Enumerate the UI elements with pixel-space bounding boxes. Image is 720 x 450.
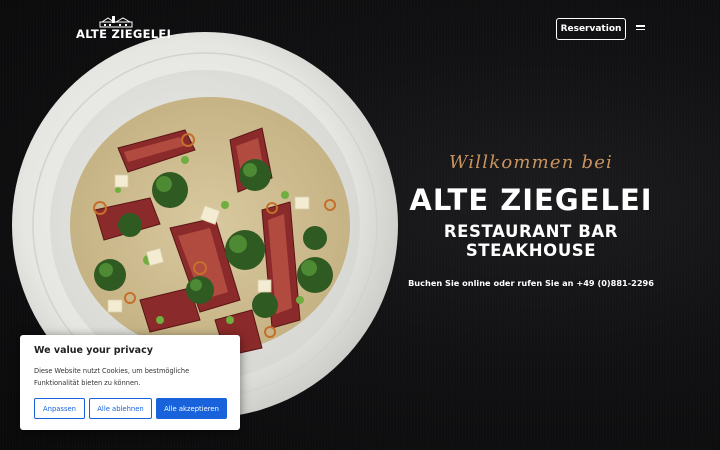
hero-subtitle: RESTAURANT BAR STEAKHOUSE bbox=[420, 222, 642, 260]
cookie-accept-all-button[interactable]: Alle akzeptieren bbox=[156, 398, 227, 419]
cookie-reject-all-button[interactable]: Alle ablehnen bbox=[89, 398, 152, 419]
welcome-script-text: Willkommen bei bbox=[448, 152, 614, 173]
logo[interactable]: ALTE ZIEGELEI bbox=[76, 16, 172, 42]
logo-text: ALTE ZIEGELEI bbox=[76, 27, 172, 41]
cookie-title: We value your privacy bbox=[34, 345, 153, 356]
menu-line bbox=[636, 28, 645, 30]
cookie-consent-banner: We value your privacy Diese Website nutz… bbox=[20, 335, 240, 430]
hamburger-menu-icon[interactable] bbox=[636, 24, 645, 31]
hero-subtitle-line-2: STEAKHOUSE bbox=[465, 241, 597, 260]
reservation-button[interactable]: Reservation bbox=[556, 18, 626, 40]
cookie-customize-button[interactable]: Anpassen bbox=[34, 398, 85, 419]
cookie-button-row: Anpassen Alle ablehnen Alle akzeptieren bbox=[34, 398, 227, 419]
cookie-description: Diese Website nutzt Cookies, um bestmögl… bbox=[34, 367, 190, 387]
menu-line bbox=[636, 25, 645, 27]
hero-title: ALTE ZIEGELEI bbox=[409, 183, 653, 217]
hero-contact-text: Buchen Sie online oder rufen Sie an +49 … bbox=[408, 278, 654, 288]
hero-subtitle-line-1: RESTAURANT BAR bbox=[443, 222, 619, 241]
